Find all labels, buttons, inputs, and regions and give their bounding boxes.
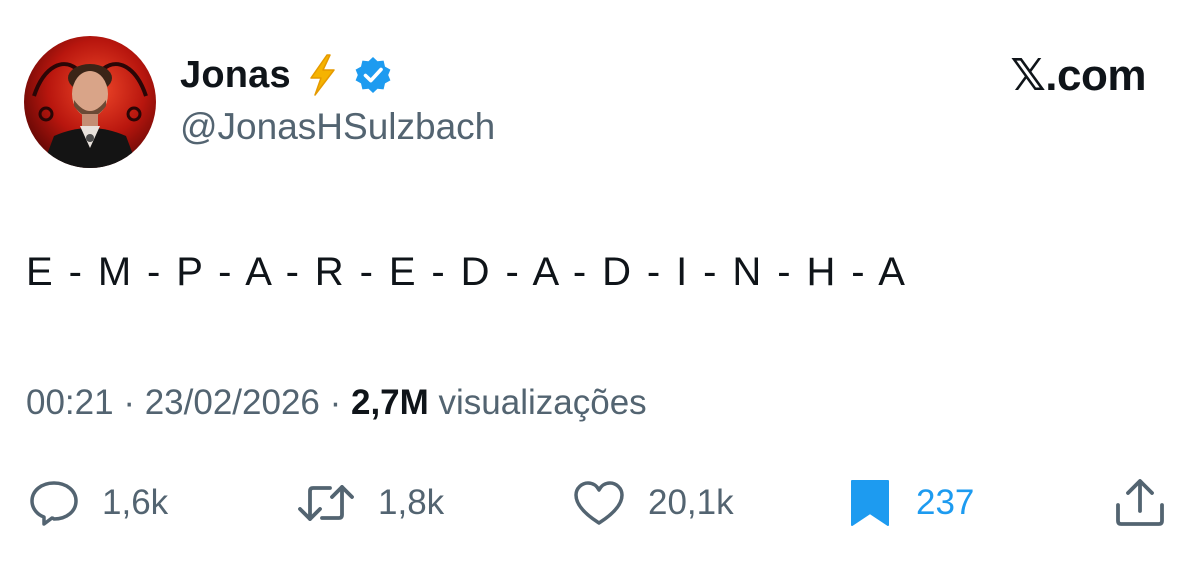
share-button[interactable] xyxy=(1112,478,1168,528)
author-handle[interactable]: @JonasHSulzbach xyxy=(180,106,495,148)
x-com-logo: 𝕏.com xyxy=(1010,51,1146,100)
bookmark-count: 237 xyxy=(916,483,975,522)
views-count: 2,7M xyxy=(350,383,429,422)
repost-count: 1,8k xyxy=(378,483,445,522)
reply-icon xyxy=(28,479,80,527)
like-button[interactable]: 20,1k xyxy=(572,478,734,528)
bookmark-button[interactable]: 237 xyxy=(846,478,974,528)
heart-icon xyxy=(572,479,626,527)
action-bar: 1,6k 1,8k 20,1k 237 xyxy=(0,478,1200,528)
tweet-time[interactable]: 00:21 xyxy=(26,383,114,422)
author-display-name[interactable]: Jonas xyxy=(180,54,291,97)
repost-button[interactable]: 1,8k xyxy=(296,478,444,528)
tweet-text: E - M - P - A - R - E - D - A - D - I - … xyxy=(26,250,908,294)
share-icon xyxy=(1112,477,1168,529)
views-label: visualizações xyxy=(438,383,647,422)
tweet-card: Jonas @JonasHSulzbach 𝕏.com E - M - P - … xyxy=(0,0,1200,578)
like-count: 20,1k xyxy=(648,483,734,522)
avatar[interactable] xyxy=(24,36,156,168)
bookmark-icon xyxy=(846,477,894,529)
reply-button[interactable]: 1,6k xyxy=(28,478,168,528)
meta-separator: · xyxy=(319,383,351,422)
repost-icon xyxy=(296,479,356,527)
author-name-row: Jonas xyxy=(180,50,393,100)
avatar-image xyxy=(32,62,148,168)
verified-badge-icon xyxy=(353,55,393,95)
reply-count: 1,6k xyxy=(102,483,169,522)
lightning-bolt-icon xyxy=(305,53,339,97)
tweet-meta: 00:21 · 23/02/2026 · 2,7M visualizações xyxy=(26,383,647,423)
tweet-date[interactable]: 23/02/2026 xyxy=(145,383,320,422)
meta-separator: · xyxy=(113,383,145,422)
